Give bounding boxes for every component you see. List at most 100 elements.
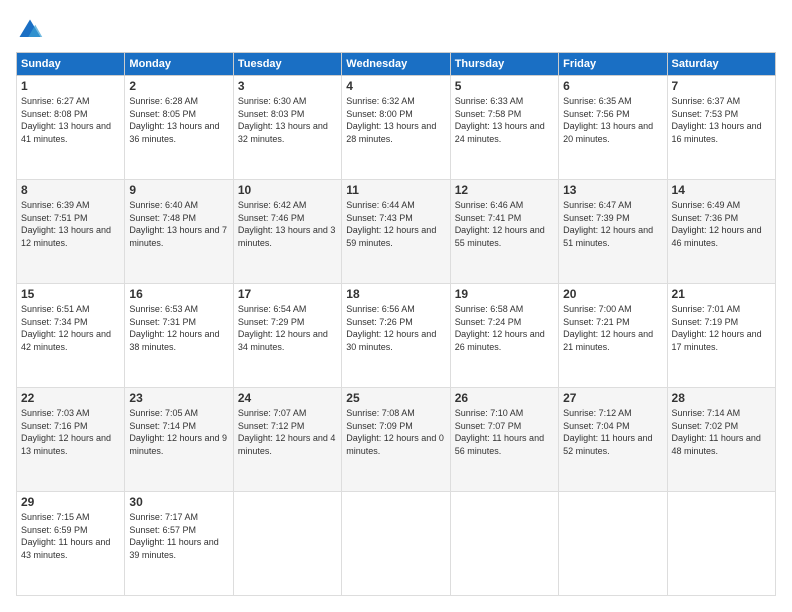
day-number: 9 (129, 183, 228, 197)
calendar-cell (342, 492, 450, 596)
calendar-header-cell: Sunday (17, 53, 125, 76)
calendar-cell (667, 492, 775, 596)
cell-info: Sunrise: 6:28 AMSunset: 8:05 PMDaylight:… (129, 96, 219, 144)
day-number: 22 (21, 391, 120, 405)
day-number: 18 (346, 287, 445, 301)
day-number: 27 (563, 391, 662, 405)
calendar-cell: 4 Sunrise: 6:32 AMSunset: 8:00 PMDayligh… (342, 76, 450, 180)
day-number: 17 (238, 287, 337, 301)
day-number: 10 (238, 183, 337, 197)
cell-info: Sunrise: 7:14 AMSunset: 7:02 PMDaylight:… (672, 408, 761, 456)
day-number: 5 (455, 79, 554, 93)
cell-info: Sunrise: 6:46 AMSunset: 7:41 PMDaylight:… (455, 200, 545, 248)
calendar-cell: 8 Sunrise: 6:39 AMSunset: 7:51 PMDayligh… (17, 180, 125, 284)
cell-info: Sunrise: 6:27 AMSunset: 8:08 PMDaylight:… (21, 96, 111, 144)
cell-info: Sunrise: 6:35 AMSunset: 7:56 PMDaylight:… (563, 96, 653, 144)
calendar-header-cell: Monday (125, 53, 233, 76)
cell-info: Sunrise: 7:00 AMSunset: 7:21 PMDaylight:… (563, 304, 653, 352)
cell-info: Sunrise: 6:53 AMSunset: 7:31 PMDaylight:… (129, 304, 219, 352)
day-number: 16 (129, 287, 228, 301)
calendar-week-row: 22 Sunrise: 7:03 AMSunset: 7:16 PMDaylig… (17, 388, 776, 492)
cell-info: Sunrise: 7:08 AMSunset: 7:09 PMDaylight:… (346, 408, 444, 456)
cell-info: Sunrise: 6:39 AMSunset: 7:51 PMDaylight:… (21, 200, 111, 248)
calendar-cell: 15 Sunrise: 6:51 AMSunset: 7:34 PMDaylig… (17, 284, 125, 388)
calendar-cell: 29 Sunrise: 7:15 AMSunset: 6:59 PMDaylig… (17, 492, 125, 596)
logo-icon (16, 16, 44, 44)
cell-info: Sunrise: 6:42 AMSunset: 7:46 PMDaylight:… (238, 200, 336, 248)
calendar-cell: 20 Sunrise: 7:00 AMSunset: 7:21 PMDaylig… (559, 284, 667, 388)
day-number: 28 (672, 391, 771, 405)
day-number: 13 (563, 183, 662, 197)
calendar-cell: 14 Sunrise: 6:49 AMSunset: 7:36 PMDaylig… (667, 180, 775, 284)
cell-info: Sunrise: 6:51 AMSunset: 7:34 PMDaylight:… (21, 304, 111, 352)
calendar-header-cell: Tuesday (233, 53, 341, 76)
calendar-cell: 3 Sunrise: 6:30 AMSunset: 8:03 PMDayligh… (233, 76, 341, 180)
day-number: 20 (563, 287, 662, 301)
calendar-table: SundayMondayTuesdayWednesdayThursdayFrid… (16, 52, 776, 596)
cell-info: Sunrise: 6:30 AMSunset: 8:03 PMDaylight:… (238, 96, 328, 144)
calendar-cell: 27 Sunrise: 7:12 AMSunset: 7:04 PMDaylig… (559, 388, 667, 492)
calendar-cell: 23 Sunrise: 7:05 AMSunset: 7:14 PMDaylig… (125, 388, 233, 492)
cell-info: Sunrise: 6:37 AMSunset: 7:53 PMDaylight:… (672, 96, 762, 144)
cell-info: Sunrise: 6:47 AMSunset: 7:39 PMDaylight:… (563, 200, 653, 248)
calendar-week-row: 29 Sunrise: 7:15 AMSunset: 6:59 PMDaylig… (17, 492, 776, 596)
header (16, 16, 776, 44)
calendar-cell: 12 Sunrise: 6:46 AMSunset: 7:41 PMDaylig… (450, 180, 558, 284)
cell-info: Sunrise: 7:12 AMSunset: 7:04 PMDaylight:… (563, 408, 652, 456)
cell-info: Sunrise: 6:44 AMSunset: 7:43 PMDaylight:… (346, 200, 436, 248)
cell-info: Sunrise: 6:32 AMSunset: 8:00 PMDaylight:… (346, 96, 436, 144)
calendar-cell: 26 Sunrise: 7:10 AMSunset: 7:07 PMDaylig… (450, 388, 558, 492)
day-number: 21 (672, 287, 771, 301)
day-number: 11 (346, 183, 445, 197)
calendar-week-row: 8 Sunrise: 6:39 AMSunset: 7:51 PMDayligh… (17, 180, 776, 284)
day-number: 14 (672, 183, 771, 197)
calendar-cell: 17 Sunrise: 6:54 AMSunset: 7:29 PMDaylig… (233, 284, 341, 388)
day-number: 30 (129, 495, 228, 509)
logo (16, 16, 48, 44)
day-number: 29 (21, 495, 120, 509)
calendar-cell: 19 Sunrise: 6:58 AMSunset: 7:24 PMDaylig… (450, 284, 558, 388)
cell-info: Sunrise: 6:33 AMSunset: 7:58 PMDaylight:… (455, 96, 545, 144)
calendar-cell: 13 Sunrise: 6:47 AMSunset: 7:39 PMDaylig… (559, 180, 667, 284)
cell-info: Sunrise: 6:54 AMSunset: 7:29 PMDaylight:… (238, 304, 328, 352)
cell-info: Sunrise: 7:05 AMSunset: 7:14 PMDaylight:… (129, 408, 227, 456)
day-number: 3 (238, 79, 337, 93)
day-number: 4 (346, 79, 445, 93)
calendar-cell: 6 Sunrise: 6:35 AMSunset: 7:56 PMDayligh… (559, 76, 667, 180)
day-number: 12 (455, 183, 554, 197)
day-number: 19 (455, 287, 554, 301)
day-number: 24 (238, 391, 337, 405)
day-number: 25 (346, 391, 445, 405)
calendar-header-cell: Wednesday (342, 53, 450, 76)
cell-info: Sunrise: 7:01 AMSunset: 7:19 PMDaylight:… (672, 304, 762, 352)
day-number: 15 (21, 287, 120, 301)
cell-info: Sunrise: 7:07 AMSunset: 7:12 PMDaylight:… (238, 408, 336, 456)
calendar-cell: 11 Sunrise: 6:44 AMSunset: 7:43 PMDaylig… (342, 180, 450, 284)
day-number: 2 (129, 79, 228, 93)
calendar-cell: 2 Sunrise: 6:28 AMSunset: 8:05 PMDayligh… (125, 76, 233, 180)
cell-info: Sunrise: 6:49 AMSunset: 7:36 PMDaylight:… (672, 200, 762, 248)
calendar-cell (559, 492, 667, 596)
calendar-header-cell: Friday (559, 53, 667, 76)
calendar-cell: 18 Sunrise: 6:56 AMSunset: 7:26 PMDaylig… (342, 284, 450, 388)
cell-info: Sunrise: 6:40 AMSunset: 7:48 PMDaylight:… (129, 200, 227, 248)
day-number: 7 (672, 79, 771, 93)
calendar-cell: 10 Sunrise: 6:42 AMSunset: 7:46 PMDaylig… (233, 180, 341, 284)
cell-info: Sunrise: 7:10 AMSunset: 7:07 PMDaylight:… (455, 408, 544, 456)
cell-info: Sunrise: 7:03 AMSunset: 7:16 PMDaylight:… (21, 408, 111, 456)
calendar-header-cell: Thursday (450, 53, 558, 76)
calendar-cell (233, 492, 341, 596)
calendar-cell: 30 Sunrise: 7:17 AMSunset: 6:57 PMDaylig… (125, 492, 233, 596)
page: SundayMondayTuesdayWednesdayThursdayFrid… (0, 0, 792, 612)
calendar-cell: 7 Sunrise: 6:37 AMSunset: 7:53 PMDayligh… (667, 76, 775, 180)
calendar-cell (450, 492, 558, 596)
calendar-cell: 16 Sunrise: 6:53 AMSunset: 7:31 PMDaylig… (125, 284, 233, 388)
calendar-cell: 1 Sunrise: 6:27 AMSunset: 8:08 PMDayligh… (17, 76, 125, 180)
cell-info: Sunrise: 7:15 AMSunset: 6:59 PMDaylight:… (21, 512, 110, 560)
calendar-cell: 5 Sunrise: 6:33 AMSunset: 7:58 PMDayligh… (450, 76, 558, 180)
calendar-cell: 22 Sunrise: 7:03 AMSunset: 7:16 PMDaylig… (17, 388, 125, 492)
calendar-header-cell: Saturday (667, 53, 775, 76)
calendar-cell: 25 Sunrise: 7:08 AMSunset: 7:09 PMDaylig… (342, 388, 450, 492)
calendar-week-row: 1 Sunrise: 6:27 AMSunset: 8:08 PMDayligh… (17, 76, 776, 180)
calendar-week-row: 15 Sunrise: 6:51 AMSunset: 7:34 PMDaylig… (17, 284, 776, 388)
